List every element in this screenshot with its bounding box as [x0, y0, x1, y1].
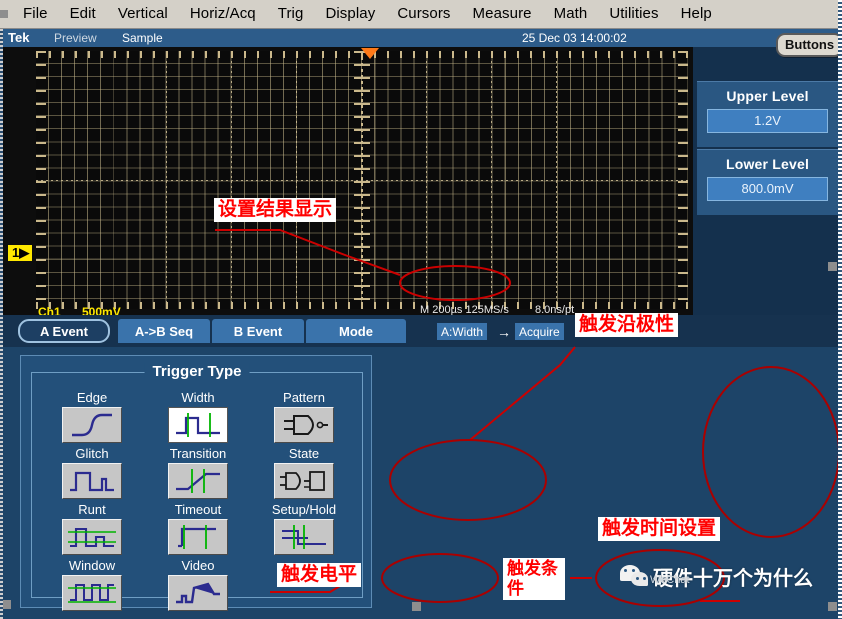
setup-hold-icon[interactable]: [274, 519, 334, 555]
window-right-edge: [838, 0, 842, 619]
graticule-bottom-ticks: [36, 302, 688, 309]
trigger-type-edge-label: Edge: [46, 391, 138, 405]
menu-item-measure[interactable]: Measure: [462, 2, 543, 26]
anno-edge-polarity: 触发沿极性: [575, 313, 678, 337]
state-icon[interactable]: [274, 463, 334, 499]
breadcrumb-acquire[interactable]: Acquire: [515, 323, 564, 340]
watermark-subtext: WeChat: [650, 574, 690, 586]
trigger-type-video-label: Video: [152, 559, 244, 573]
buttons-button[interactable]: Buttons: [776, 33, 842, 57]
scope-status-bar: Tek Preview Sample 25 Dec 03 14:00:02: [0, 29, 842, 47]
oscilloscope-app: File Edit Vertical Horiz/Acq Trig Displa…: [0, 0, 842, 619]
acquisition-state: Preview: [54, 31, 97, 45]
pattern-icon[interactable]: [274, 407, 334, 443]
trigger-type-width-label: Width: [152, 391, 244, 405]
wechat-icon: [620, 565, 650, 589]
menu-item-cursors[interactable]: Cursors: [386, 2, 461, 26]
channel-1-ground-marker[interactable]: 1▶: [8, 245, 32, 261]
tab-b-event[interactable]: B Event: [212, 319, 304, 343]
transition-icon[interactable]: [168, 463, 228, 499]
trigger-type-state[interactable]: State: [258, 447, 350, 499]
lower-level-block: Lower Level 800.0mV: [697, 149, 838, 215]
trigger-type-window-label: Window: [46, 559, 138, 573]
tek-logo: Tek: [8, 30, 29, 45]
graticule-grid: [36, 51, 688, 309]
timeout-icon[interactable]: [168, 519, 228, 555]
menu-item-help[interactable]: Help: [670, 2, 723, 26]
glitch-icon[interactable]: [62, 463, 122, 499]
acquisition-mode: Sample: [122, 31, 163, 45]
edge-icon[interactable]: [62, 407, 122, 443]
menu-item-utilities[interactable]: Utilities: [598, 2, 669, 26]
graticule-center-line: [361, 51, 363, 309]
trigger-type-runt[interactable]: Runt: [46, 503, 138, 555]
anno-time-setting: 触发时间设置: [598, 517, 720, 541]
runt-icon[interactable]: [62, 519, 122, 555]
upper-level-block: Upper Level 1.2V: [697, 81, 838, 147]
lower-level-value[interactable]: 800.0mV: [707, 177, 828, 201]
menu-item-horiz-acq[interactable]: Horiz/Acq: [179, 2, 267, 26]
trigger-type-glitch[interactable]: Glitch: [46, 447, 138, 499]
menu-bar: File Edit Vertical Horiz/Acq Trig Displa…: [0, 0, 842, 29]
menu-item-display[interactable]: Display: [314, 2, 386, 26]
anno-trigger-level: 触发电平: [277, 563, 361, 587]
menu-item-file[interactable]: File: [12, 2, 59, 26]
menu-item-trig[interactable]: Trig: [267, 2, 315, 26]
trigger-type-window[interactable]: Window: [46, 559, 138, 611]
side-readout-panel: Upper Level 1.2V Lower Level 800.0mV: [693, 47, 842, 315]
graticule-right-ticks: [678, 51, 688, 309]
resize-handle-bottom-right[interactable]: [828, 602, 837, 611]
width-icon[interactable]: [168, 407, 228, 443]
window-icon[interactable]: [62, 575, 122, 611]
anno-trigger-condition: 触发条件: [503, 558, 565, 600]
trigger-tab-bar: A Event A->B Seq B Event Mode A:Width → …: [0, 315, 842, 347]
upper-level-label: Upper Level: [697, 82, 838, 109]
breadcrumb-a-width[interactable]: A:Width: [437, 323, 487, 340]
waveform-display[interactable]: 1▶ Ch1 500mV M 200µs 125MS/s 8.0ns/pt A …: [0, 47, 693, 315]
resolution-readout: 8.0ns/pt: [535, 304, 574, 315]
trigger-type-transition[interactable]: Transition: [152, 447, 244, 499]
graticule-left-ticks: [36, 51, 46, 309]
breadcrumb-arrow-icon: →: [497, 324, 511, 340]
wechat-watermark: 硬件十万个为什么 WeChat: [620, 562, 813, 591]
menu-item-vertical[interactable]: Vertical: [107, 2, 179, 26]
ch1-label-readout: Ch1: [38, 305, 61, 315]
anno-result-display: 设置结果显示: [214, 198, 336, 222]
video-icon[interactable]: [168, 575, 228, 611]
trigger-type-setup-hold[interactable]: Setup/Hold: [258, 503, 350, 555]
ch1-scale-readout: 500mV: [82, 305, 121, 315]
trigger-type-width[interactable]: Width: [152, 391, 244, 443]
trigger-type-title: Trigger Type: [145, 363, 250, 380]
resize-handle-bottom-mid[interactable]: [412, 602, 421, 611]
resize-handle-bottom-left[interactable]: [2, 600, 11, 609]
trigger-position-marker[interactable]: [361, 48, 379, 59]
window-left-edge: [0, 29, 3, 619]
tab-mode[interactable]: Mode: [306, 319, 406, 343]
resize-handle-right-mid[interactable]: [828, 262, 837, 271]
upper-level-value[interactable]: 1.2V: [707, 109, 828, 133]
trigger-type-edge[interactable]: Edge: [46, 391, 138, 443]
trigger-type-state-label: State: [258, 447, 350, 461]
menu-item-edit[interactable]: Edit: [59, 2, 107, 26]
tab-a-event[interactable]: A Event: [18, 319, 110, 343]
trigger-type-transition-label: Transition: [152, 447, 244, 461]
trigger-type-pattern-label: Pattern: [258, 391, 350, 405]
trigger-type-timeout-label: Timeout: [152, 503, 244, 517]
trigger-type-timeout[interactable]: Timeout: [152, 503, 244, 555]
timebase-readout: M 200µs 125MS/s: [420, 304, 509, 315]
lower-level-label: Lower Level: [697, 150, 838, 177]
window-corner-handle: [0, 10, 8, 18]
tab-a-b-seq[interactable]: A->B Seq: [118, 319, 210, 343]
trigger-type-pattern[interactable]: Pattern: [258, 391, 350, 443]
datetime-readout: 25 Dec 03 14:00:02: [522, 31, 627, 45]
trigger-type-setup-hold-label: Setup/Hold: [258, 503, 350, 517]
trigger-type-video[interactable]: Video: [152, 559, 244, 611]
trigger-type-runt-label: Runt: [46, 503, 138, 517]
menu-item-math[interactable]: Math: [543, 2, 599, 26]
trigger-type-glitch-label: Glitch: [46, 447, 138, 461]
